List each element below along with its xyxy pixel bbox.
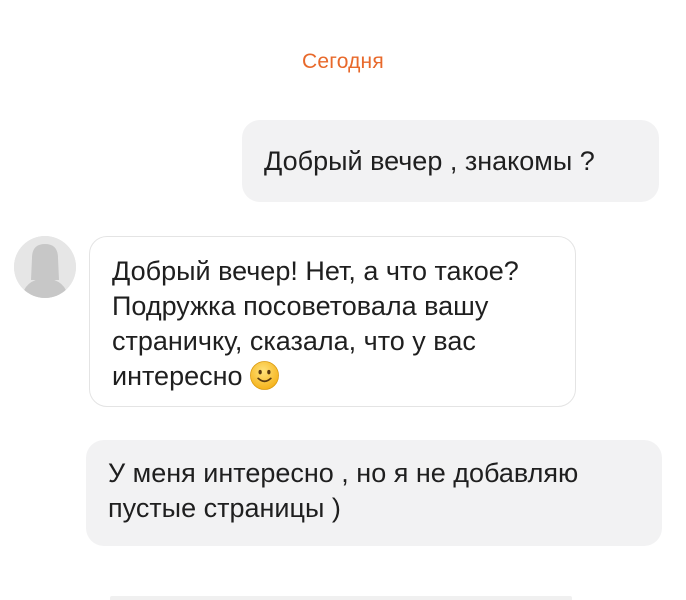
user-silhouette-icon [14, 236, 76, 298]
date-separator: Сегодня [302, 50, 384, 73]
slightly-smiling-face-emoji [249, 360, 280, 400]
message-text: У меня интересно , но я не добавляю пуст… [108, 458, 579, 523]
next-message-edge [110, 596, 572, 600]
message-bubble-outgoing[interactable]: У меня интересно , но я не добавляю пуст… [86, 440, 662, 546]
avatar[interactable] [14, 236, 76, 298]
message-bubble-outgoing[interactable]: Добрый вечер , знакомы ? [242, 120, 659, 202]
message-bubble-incoming[interactable]: Добрый вечер! Нет, а что такое? Подружка… [89, 236, 576, 407]
message-text: Добрый вечер! Нет, а что такое? Подружка… [112, 256, 519, 391]
message-text: Добрый вечер , знакомы ? [264, 146, 595, 176]
